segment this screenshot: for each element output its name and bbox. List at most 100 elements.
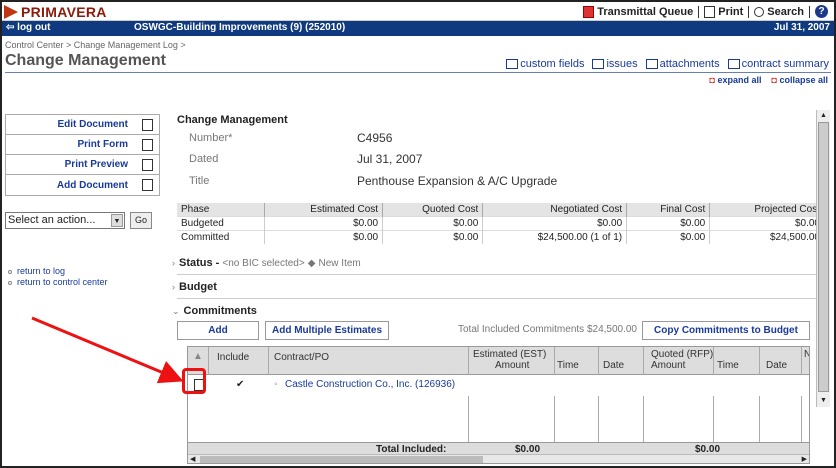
- add-document-button[interactable]: Add Document: [6, 175, 159, 195]
- sort-up-icon[interactable]: ▲: [193, 351, 203, 362]
- transmittal-queue-link[interactable]: Transmittal Queue: [578, 5, 700, 18]
- breadcrumb[interactable]: Control Center > Change Management Log >: [5, 40, 186, 50]
- scroll-right-icon[interactable]: ▶: [802, 455, 807, 463]
- col-date[interactable]: Date: [603, 360, 624, 371]
- cell: $0.00: [482, 216, 628, 231]
- transmittal-icon: [583, 5, 595, 18]
- dropdown-arrow-icon: ▼: [111, 214, 123, 227]
- diamond-icon: ◆: [307, 258, 316, 269]
- grid-header: ▲ Include Contract/PO Estimated (EST) Amo…: [188, 347, 809, 375]
- divider: [177, 274, 822, 275]
- status-section[interactable]: › Status - <no BIC selected> ◆ New Item: [172, 257, 361, 269]
- print-form-button[interactable]: Print Form: [6, 135, 159, 155]
- preview-icon: [142, 158, 153, 171]
- print-link[interactable]: Print: [699, 5, 750, 18]
- logo-icon: [4, 5, 18, 19]
- contract-summary-icon: [727, 59, 740, 70]
- number-label: Number*: [189, 132, 233, 144]
- col-divider: [208, 347, 209, 375]
- chevron-down-icon: ⌄: [172, 306, 180, 316]
- commitments-grid: ▲ Include Contract/PO Estimated (EST) Amo…: [187, 346, 810, 464]
- dated-label: Dated: [189, 153, 219, 165]
- col-contract[interactable]: Contract/PO: [274, 352, 329, 363]
- status-item: New Item: [318, 258, 361, 269]
- col-projected-cost: Projected Cost: [709, 203, 822, 217]
- cell: $0.00: [709, 216, 822, 231]
- help-link[interactable]: ?: [810, 5, 828, 18]
- expand-controls: ◘ expand all ◘ collapse all: [710, 75, 828, 85]
- commitments-section[interactable]: ⌄ Commitments: [172, 305, 257, 317]
- go-button[interactable]: Go: [130, 212, 152, 229]
- title-divider: [5, 72, 831, 73]
- cell: $0.00: [626, 230, 711, 244]
- main-content: Change Management Number* C4956 Dated Ju…: [172, 110, 822, 464]
- col-phase: Phase: [177, 203, 265, 217]
- help-icon: ?: [815, 5, 828, 18]
- divider: [177, 298, 822, 299]
- scroll-left-icon[interactable]: ◀: [190, 455, 195, 463]
- nav-date: Jul 31, 2007: [773, 22, 830, 33]
- action-select[interactable]: Select an action... ▼: [5, 212, 125, 229]
- scroll-down-icon[interactable]: ▼: [817, 395, 830, 407]
- bullet-icon: [8, 280, 12, 285]
- logout-link[interactable]: ⇦ log out: [6, 22, 51, 33]
- return-to-control-center-link[interactable]: return to control center: [8, 277, 108, 288]
- col-n[interactable]: N: [804, 349, 809, 360]
- phase-table: Phase Estimated Cost Quoted Cost Negotia…: [177, 203, 822, 244]
- col-estimated-cost: Estimated Cost: [264, 203, 384, 217]
- bullet-icon: [8, 269, 12, 274]
- custom-fields-link[interactable]: custom fields: [506, 58, 584, 70]
- return-to-log-link[interactable]: return to log: [8, 266, 108, 277]
- collapse-all-link[interactable]: ◘ collapse all: [772, 75, 828, 85]
- bic-status: <no BIC selected>: [222, 258, 305, 269]
- bullet-icon: ◦: [274, 379, 278, 390]
- edit-icon: [142, 118, 153, 131]
- logo-text: PRIMAVERA: [21, 4, 107, 20]
- search-link[interactable]: Search: [749, 5, 810, 18]
- print-icon: [704, 5, 716, 18]
- scroll-thumb[interactable]: [200, 456, 483, 463]
- table-row: Budgeted $0.00 $0.00 $0.00 $0.00 $0.00: [177, 216, 822, 231]
- chevron-right-icon: ›: [172, 282, 175, 292]
- col-divider: [268, 347, 269, 375]
- cell: Budgeted: [177, 216, 265, 231]
- include-check[interactable]: ✔: [236, 379, 244, 390]
- col-include[interactable]: Include: [217, 352, 249, 363]
- vertical-scrollbar[interactable]: ▲ ▼: [816, 110, 830, 407]
- add-commitment-button[interactable]: Add: [177, 321, 259, 340]
- contract-link[interactable]: Castle Construction Co., Inc. (126936): [285, 379, 455, 390]
- title-label: Title: [189, 175, 210, 187]
- app-window: PRIMAVERA Transmittal Queue Print Search…: [0, 0, 836, 468]
- cell: Committed: [177, 230, 265, 244]
- attachments-link[interactable]: attachments: [645, 58, 720, 70]
- add-multiple-estimates-button[interactable]: Add Multiple Estimates: [265, 321, 389, 340]
- highlight-box: [182, 368, 206, 394]
- budget-section[interactable]: › Budget: [172, 281, 217, 293]
- table-row[interactable]: ✔ ◦ Castle Construction Co., Inc. (12693…: [188, 375, 809, 396]
- edit-document-button[interactable]: Edit Document: [6, 115, 159, 135]
- col-time2[interactable]: Time: [717, 360, 739, 371]
- expand-all-link[interactable]: ◘ expand all: [710, 75, 762, 85]
- col-time[interactable]: Time: [557, 360, 579, 371]
- copy-commitments-button[interactable]: Copy Commitments to Budget: [642, 321, 810, 340]
- col-estimated[interactable]: Estimated (EST) Amount: [473, 349, 546, 371]
- scroll-thumb[interactable]: [818, 122, 829, 392]
- contract-summary-link[interactable]: contract summary: [727, 58, 829, 70]
- issues-link[interactable]: issues: [592, 58, 638, 70]
- section-title: Change Management: [177, 114, 288, 126]
- cell: $0.00: [382, 230, 484, 244]
- horizontal-scrollbar[interactable]: ◀ ▶: [188, 454, 809, 463]
- col-date2[interactable]: Date: [766, 360, 787, 371]
- total-included-commitments: Total Included Commitments $24,500.00: [458, 324, 637, 335]
- cell: $0.00: [382, 216, 484, 231]
- col-quoted-cost: Quoted Cost: [382, 203, 484, 217]
- number-value: C4956: [357, 131, 393, 145]
- scroll-up-icon[interactable]: ▲: [817, 110, 830, 122]
- print-preview-button[interactable]: Print Preview: [6, 155, 159, 175]
- top-bar: PRIMAVERA Transmittal Queue Print Search…: [2, 2, 834, 21]
- primavera-logo: PRIMAVERA: [4, 4, 107, 20]
- cell: $24,500.00: [709, 230, 822, 244]
- custom-fields-icon: [506, 59, 519, 70]
- col-negotiated-cost: Negotiated Cost: [482, 203, 628, 217]
- col-quoted[interactable]: Quoted (RFP) Amount: [651, 349, 713, 371]
